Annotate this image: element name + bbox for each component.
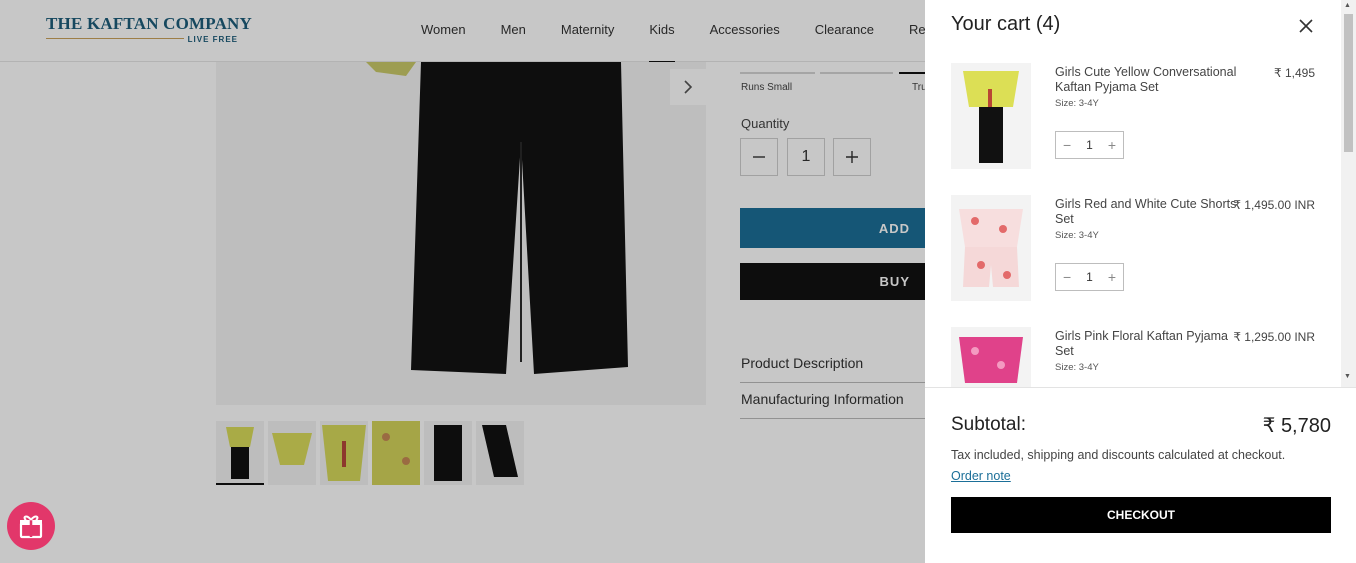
close-icon [1299, 19, 1313, 33]
tax-note: Tax included, shipping and discounts cal… [951, 448, 1286, 462]
gift-icon [19, 515, 43, 539]
rewards-gift-button[interactable] [7, 502, 55, 550]
cart-item-quantity-stepper: − 1 + [1055, 263, 1124, 291]
cart-item-size: Size: 3-4Y [1055, 98, 1099, 109]
cart-item-image[interactable] [951, 195, 1031, 301]
cart-item-title[interactable]: Girls Cute Yellow Conversational Kaftan … [1055, 65, 1250, 95]
plus-icon[interactable]: + [1108, 269, 1116, 285]
cart-item-title[interactable]: Girls Red and White Cute Shorts Set [1055, 197, 1250, 227]
close-cart-button[interactable] [1295, 15, 1317, 37]
cart-item-price: ₹ 1,295.00 INR [1233, 330, 1315, 344]
checkout-button[interactable]: CHECKOUT [951, 497, 1331, 533]
cart-scrollbar-thumb[interactable] [1344, 14, 1353, 152]
scroll-down-icon[interactable]: ▼ [1344, 373, 1351, 380]
cart-item-quantity-stepper: − 1 + [1055, 131, 1124, 159]
cart-item: Girls Red and White Cute Shorts Set Size… [951, 195, 1321, 305]
subtotal-label: Subtotal: [951, 414, 1026, 435]
cart-item-title[interactable]: Girls Pink Floral Kaftan Pyjama Set [1055, 329, 1250, 359]
cart-item-price: ₹ 1,495.00 INR [1233, 198, 1315, 212]
subtotal-value: ₹ 5,780 [1262, 415, 1331, 437]
cart-item-image[interactable] [951, 63, 1031, 169]
cart-title: Your cart (4) [951, 13, 1061, 35]
plus-icon[interactable]: + [1108, 137, 1116, 153]
order-note-link[interactable]: Order note [951, 469, 1011, 483]
cart-item-size: Size: 3-4Y [1055, 362, 1099, 373]
minus-icon[interactable]: − [1063, 137, 1071, 153]
cart-item-quantity[interactable]: 1 [1086, 270, 1093, 284]
cart-item: Girls Cute Yellow Conversational Kaftan … [951, 63, 1321, 173]
minus-icon[interactable]: − [1063, 269, 1071, 285]
cart-item-size: Size: 3-4Y [1055, 230, 1099, 241]
cart-drawer: Your cart (4) Girls Cute Yellow Conversa… [925, 0, 1356, 563]
cart-item-quantity[interactable]: 1 [1086, 138, 1093, 152]
scroll-up-icon[interactable]: ▲ [1344, 2, 1351, 9]
cart-items-list[interactable]: Girls Cute Yellow Conversational Kaftan … [925, 50, 1341, 387]
cart-item-price: ₹ 1,495 [1274, 66, 1315, 80]
cart-item: Girls Pink Floral Kaftan Pyjama Set Size… [951, 327, 1321, 387]
cart-footer: Subtotal: ₹ 5,780 Tax included, shipping… [925, 387, 1356, 563]
cart-item-image[interactable] [951, 327, 1031, 387]
